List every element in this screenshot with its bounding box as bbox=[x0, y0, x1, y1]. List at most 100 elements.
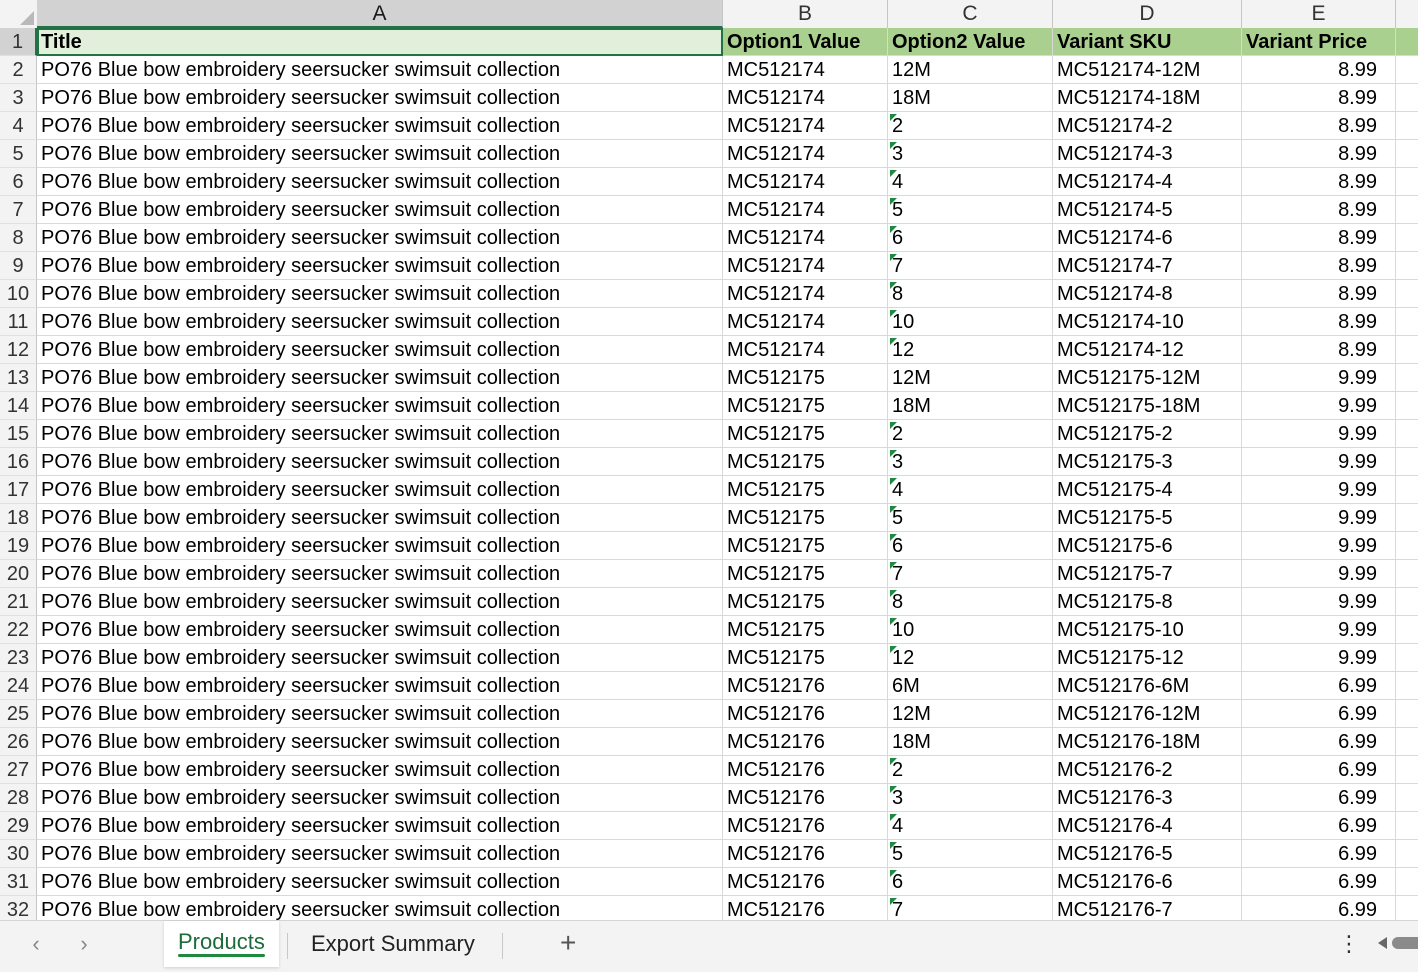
cell-price[interactable]: 9.99 bbox=[1242, 392, 1396, 420]
cell-price[interactable]: 8.99 bbox=[1242, 168, 1396, 196]
cell-option1[interactable]: MC512174 bbox=[723, 112, 888, 140]
row-header[interactable]: 21 bbox=[0, 588, 37, 616]
cell-option1[interactable]: MC512175 bbox=[723, 616, 888, 644]
cell-option1[interactable]: MC512176 bbox=[723, 784, 888, 812]
row-header[interactable]: 18 bbox=[0, 504, 37, 532]
cell-overflow[interactable] bbox=[1396, 644, 1418, 672]
cell-sku[interactable]: MC512176-4 bbox=[1053, 812, 1242, 840]
cell-price[interactable]: 6.99 bbox=[1242, 812, 1396, 840]
cell-option1[interactable]: MC512174 bbox=[723, 280, 888, 308]
cell-option2[interactable]: 7 bbox=[888, 252, 1053, 280]
cell-title[interactable]: PO76 Blue bow embroidery seersucker swim… bbox=[37, 56, 723, 84]
cell-option1[interactable]: MC512175 bbox=[723, 420, 888, 448]
cell-title[interactable]: PO76 Blue bow embroidery seersucker swim… bbox=[37, 308, 723, 336]
cell-price[interactable]: 9.99 bbox=[1242, 616, 1396, 644]
cell-title[interactable]: PO76 Blue bow embroidery seersucker swim… bbox=[37, 588, 723, 616]
spreadsheet-grid[interactable]: A B C D E 1 Title Option1 Value Option2 … bbox=[0, 0, 1418, 920]
cell-option2[interactable]: 12M bbox=[888, 364, 1053, 392]
cell-option1[interactable]: MC512176 bbox=[723, 728, 888, 756]
row-header[interactable]: 23 bbox=[0, 644, 37, 672]
row-header[interactable]: 8 bbox=[0, 224, 37, 252]
cell-overflow[interactable] bbox=[1396, 308, 1418, 336]
row-header[interactable]: 30 bbox=[0, 840, 37, 868]
cell-sku[interactable]: MC512175-3 bbox=[1053, 448, 1242, 476]
cell-overflow[interactable] bbox=[1396, 616, 1418, 644]
cell-overflow[interactable] bbox=[1396, 728, 1418, 756]
cell-price[interactable]: 6.99 bbox=[1242, 700, 1396, 728]
cell-price[interactable]: 9.99 bbox=[1242, 448, 1396, 476]
cell-overflow[interactable] bbox=[1396, 476, 1418, 504]
cell-option2[interactable]: 4 bbox=[888, 168, 1053, 196]
cell-option2[interactable]: 12M bbox=[888, 700, 1053, 728]
cell-title[interactable]: PO76 Blue bow embroidery seersucker swim… bbox=[37, 252, 723, 280]
cell-title[interactable]: PO76 Blue bow embroidery seersucker swim… bbox=[37, 812, 723, 840]
cell-overflow[interactable] bbox=[1396, 224, 1418, 252]
cell-title[interactable]: PO76 Blue bow embroidery seersucker swim… bbox=[37, 616, 723, 644]
cell-option1[interactable]: MC512176 bbox=[723, 812, 888, 840]
cell-sku[interactable]: MC512174-12M bbox=[1053, 56, 1242, 84]
cell-overflow[interactable] bbox=[1396, 868, 1418, 896]
row-header[interactable]: 3 bbox=[0, 84, 37, 112]
cell-option1[interactable]: MC512176 bbox=[723, 896, 888, 920]
cell-price[interactable]: 8.99 bbox=[1242, 84, 1396, 112]
cell-title[interactable]: PO76 Blue bow embroidery seersucker swim… bbox=[37, 504, 723, 532]
cell-price[interactable]: 9.99 bbox=[1242, 420, 1396, 448]
cell-sku[interactable]: MC512175-10 bbox=[1053, 616, 1242, 644]
cell-option1[interactable]: MC512175 bbox=[723, 364, 888, 392]
cell-sku[interactable]: MC512174-3 bbox=[1053, 140, 1242, 168]
cell-title[interactable]: PO76 Blue bow embroidery seersucker swim… bbox=[37, 728, 723, 756]
chevron-left-icon[interactable]: ‹ bbox=[24, 931, 48, 957]
cell-option1[interactable]: MC512174 bbox=[723, 336, 888, 364]
cell-price[interactable]: 6.99 bbox=[1242, 840, 1396, 868]
cell-option2[interactable]: 18M bbox=[888, 84, 1053, 112]
row-header[interactable]: 6 bbox=[0, 168, 37, 196]
cell-title[interactable]: PO76 Blue bow embroidery seersucker swim… bbox=[37, 840, 723, 868]
cell-overflow[interactable] bbox=[1396, 588, 1418, 616]
cell-overflow[interactable] bbox=[1396, 392, 1418, 420]
row-header[interactable]: 27 bbox=[0, 756, 37, 784]
cell-sku[interactable]: MC512174-6 bbox=[1053, 224, 1242, 252]
row-header[interactable]: 17 bbox=[0, 476, 37, 504]
cell-price[interactable]: 9.99 bbox=[1242, 532, 1396, 560]
cell-option2[interactable]: 7 bbox=[888, 560, 1053, 588]
cell-option1[interactable]: MC512175 bbox=[723, 644, 888, 672]
cell-overflow[interactable] bbox=[1396, 448, 1418, 476]
row-header[interactable]: 15 bbox=[0, 420, 37, 448]
cell-sku[interactable]: MC512174-8 bbox=[1053, 280, 1242, 308]
cell-title[interactable]: PO76 Blue bow embroidery seersucker swim… bbox=[37, 364, 723, 392]
cell-sku[interactable]: MC512174-18M bbox=[1053, 84, 1242, 112]
row-header[interactable]: 7 bbox=[0, 196, 37, 224]
select-all-corner[interactable] bbox=[0, 0, 38, 28]
cell-option2[interactable]: 6 bbox=[888, 532, 1053, 560]
cell-price[interactable]: 8.99 bbox=[1242, 140, 1396, 168]
cell-price[interactable]: 8.99 bbox=[1242, 112, 1396, 140]
cell-title[interactable]: PO76 Blue bow embroidery seersucker swim… bbox=[37, 532, 723, 560]
cell-option1[interactable]: MC512174 bbox=[723, 252, 888, 280]
cell-overflow[interactable] bbox=[1396, 196, 1418, 224]
cell-option1[interactable]: MC512174 bbox=[723, 84, 888, 112]
cell-option2[interactable]: 2 bbox=[888, 420, 1053, 448]
cell-title[interactable]: PO76 Blue bow embroidery seersucker swim… bbox=[37, 392, 723, 420]
cell-title[interactable]: PO76 Blue bow embroidery seersucker swim… bbox=[37, 476, 723, 504]
cell-price[interactable]: 8.99 bbox=[1242, 224, 1396, 252]
cell-option2[interactable]: 8 bbox=[888, 280, 1053, 308]
cell-sku[interactable]: MC512175-12 bbox=[1053, 644, 1242, 672]
cell-sku[interactable]: MC512174-7 bbox=[1053, 252, 1242, 280]
cell-option2[interactable]: 2 bbox=[888, 756, 1053, 784]
cell-price[interactable]: 8.99 bbox=[1242, 280, 1396, 308]
cell-option2[interactable]: 6M bbox=[888, 672, 1053, 700]
cell-sku[interactable]: MC512174-5 bbox=[1053, 196, 1242, 224]
cell-price[interactable]: 6.99 bbox=[1242, 756, 1396, 784]
cell-overflow[interactable] bbox=[1396, 700, 1418, 728]
cell-price[interactable]: 9.99 bbox=[1242, 476, 1396, 504]
cell-sku[interactable]: MC512176-7 bbox=[1053, 896, 1242, 920]
row-header[interactable]: 28 bbox=[0, 784, 37, 812]
cell-title[interactable]: PO76 Blue bow embroidery seersucker swim… bbox=[37, 420, 723, 448]
row-header[interactable]: 12 bbox=[0, 336, 37, 364]
cell-title[interactable]: PO76 Blue bow embroidery seersucker swim… bbox=[37, 84, 723, 112]
cell-sku[interactable]: MC512176-18M bbox=[1053, 728, 1242, 756]
cell-overflow[interactable] bbox=[1396, 532, 1418, 560]
row-header[interactable]: 4 bbox=[0, 112, 37, 140]
cell-option2[interactable]: 8 bbox=[888, 588, 1053, 616]
cell-price[interactable]: 6.99 bbox=[1242, 784, 1396, 812]
